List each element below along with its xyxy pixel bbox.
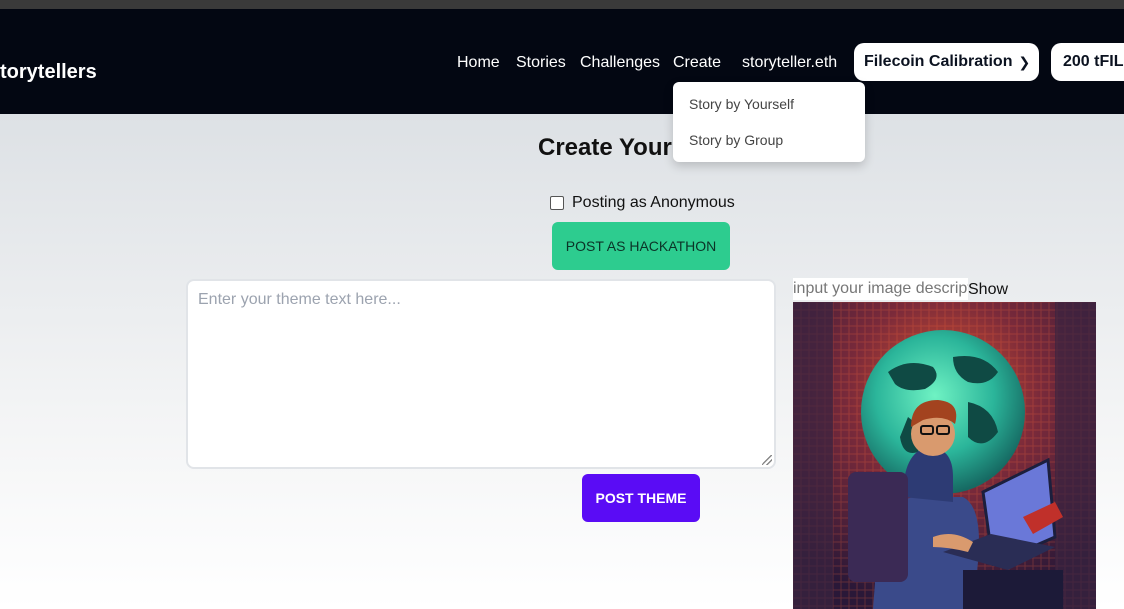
theme-text-input[interactable]: Enter your theme text here... — [186, 279, 776, 469]
page-title: Create Your T — [538, 134, 694, 161]
menu-item-story-by-group[interactable]: Story by Group — [689, 132, 783, 148]
nav-home[interactable]: Home — [457, 54, 500, 72]
image-description-input[interactable]: input your image description — [793, 278, 968, 300]
ens-name-link[interactable]: storyteller.eth — [742, 54, 837, 72]
menu-item-story-by-yourself[interactable]: Story by Yourself — [689, 96, 794, 112]
balance-button[interactable]: 200 tFIL — [1051, 43, 1124, 81]
nav-create[interactable]: Create — [673, 54, 721, 72]
create-dropdown-menu: Story by Yourself Story by Group — [673, 82, 865, 162]
nav-challenges[interactable]: Challenges — [580, 54, 660, 72]
browser-top-strip — [0, 0, 1124, 9]
network-selector[interactable]: Filecoin Calibration ❯ — [854, 43, 1039, 81]
chevron-down-icon: ❯ — [1018, 53, 1031, 70]
network-name: Filecoin Calibration — [864, 53, 1013, 70]
brand-logo[interactable]: torytellers — [0, 61, 97, 84]
post-theme-button[interactable]: POST THEME — [582, 474, 700, 522]
anonymous-label: Posting as Anonymous — [572, 194, 735, 211]
anonymous-checkbox[interactable] — [550, 196, 564, 210]
theme-placeholder: Enter your theme text here... — [198, 291, 401, 308]
nav-stories[interactable]: Stories — [516, 54, 566, 72]
show-image-button[interactable]: Show — [968, 281, 1008, 299]
balance-text: 200 tFIL — [1063, 53, 1124, 70]
post-as-hackathon-button[interactable]: POST AS HACKATHON — [552, 222, 730, 270]
anonymous-toggle-row: Posting as Anonymous — [550, 194, 735, 212]
generated-image — [793, 302, 1096, 609]
resize-handle-icon[interactable] — [762, 455, 772, 465]
